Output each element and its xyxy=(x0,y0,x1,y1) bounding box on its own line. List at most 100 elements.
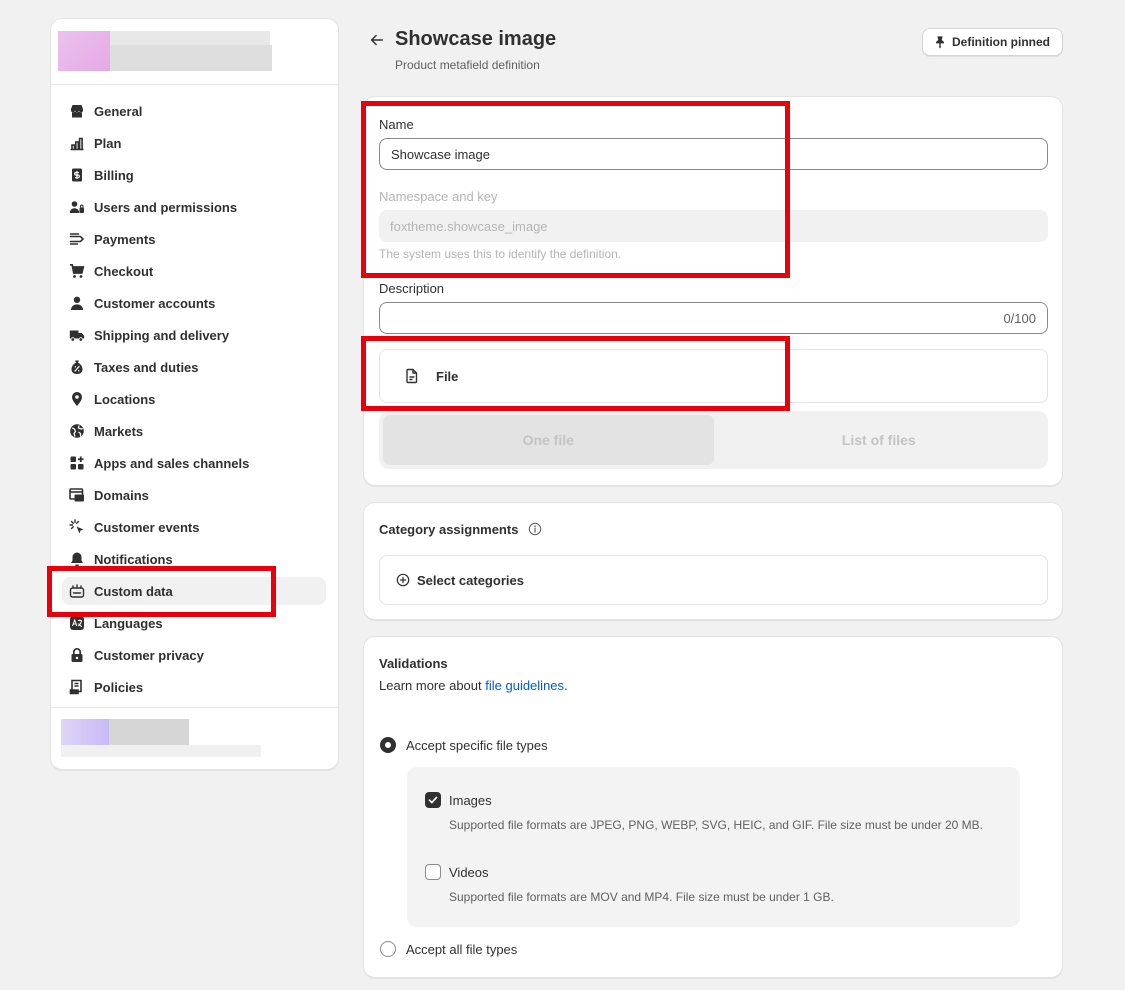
sidebar-item-general[interactable]: General xyxy=(62,97,326,125)
store-icon xyxy=(69,103,85,119)
file-types-panel: Images Supported file formats are JPEG, … xyxy=(407,767,1020,927)
blurred-store-url xyxy=(110,45,272,71)
sidebar-item-label: Customer privacy xyxy=(94,647,204,663)
file-guidelines-link[interactable]: file guidelines xyxy=(485,678,564,693)
images-help: Supported file formats are JPEG, PNG, WE… xyxy=(449,818,983,832)
namespace-label: Namespace and key xyxy=(379,189,498,204)
accept-all-radio[interactable] xyxy=(380,941,396,957)
one-file-option[interactable]: One file xyxy=(383,415,714,465)
sidebar-item-label: Apps and sales channels xyxy=(94,455,250,471)
sidebar-item-locations[interactable]: Locations xyxy=(62,385,326,413)
validations-card: Validations Learn more about file guidel… xyxy=(363,636,1063,978)
sidebar-item-markets[interactable]: Markets xyxy=(62,417,326,445)
description-field[interactable]: 0/100 xyxy=(379,302,1048,334)
sidebar-item-notifications[interactable]: Notifications xyxy=(62,545,326,573)
sidebar-item-label: Customer events xyxy=(94,519,200,535)
store-header[interactable] xyxy=(51,19,338,85)
select-categories-label: Select categories xyxy=(417,572,524,588)
validations-learn-more: Learn more about file guidelines. xyxy=(379,678,568,693)
sidebar-item-customer-privacy[interactable]: Customer privacy xyxy=(62,641,326,669)
page-header: Showcase image Product metafield definit… xyxy=(368,28,1063,78)
back-arrow-icon[interactable] xyxy=(368,31,386,49)
info-icon[interactable] xyxy=(528,522,542,536)
file-count-toggle: One file List of files xyxy=(379,411,1048,469)
plus-circle-icon xyxy=(396,573,410,587)
sidebar-item-label: Plan xyxy=(94,135,122,151)
sidebar-item-policies[interactable]: Policies xyxy=(62,673,326,701)
learn-more-suffix: . xyxy=(564,678,568,693)
blurred-store-name xyxy=(110,31,270,45)
sidebar-item-label: Users and permissions xyxy=(94,199,238,215)
select-categories-button[interactable]: Select categories xyxy=(379,555,1048,605)
settings-sidebar: General Plan Billing Users and permissions P… xyxy=(50,18,339,770)
sidebar-item-label: Customer accounts xyxy=(94,295,216,311)
sidebar-item-apps-and-sales-channels[interactable]: Apps and sales channels xyxy=(62,449,326,477)
domains-icon xyxy=(69,487,85,503)
description-counter: 0/100 xyxy=(1003,310,1036,326)
videos-label: Videos xyxy=(449,864,489,880)
sidebar-item-taxes-and-duties[interactable]: Taxes and duties xyxy=(62,353,326,381)
sidebar-item-customer-accounts[interactable]: Customer accounts xyxy=(62,289,326,317)
videos-checkbox[interactable] xyxy=(425,864,441,880)
type-label: File xyxy=(436,368,459,384)
category-title: Category assignments xyxy=(379,522,542,537)
sidebar-item-label: Payments xyxy=(94,231,156,247)
policies-icon xyxy=(69,679,85,695)
blurred-user-name xyxy=(109,719,189,745)
sidebar-item-label: Billing xyxy=(94,167,134,183)
sidebar-item-label: Domains xyxy=(94,487,149,503)
globe-icon xyxy=(69,423,85,439)
location-icon xyxy=(69,391,85,407)
sidebar-item-label: Notifications xyxy=(94,551,173,567)
images-option[interactable]: Images xyxy=(425,792,492,808)
sidebar-item-plan[interactable]: Plan xyxy=(62,129,326,157)
sidebar-item-label: Languages xyxy=(94,615,163,631)
namespace-value: foxtheme.showcase_image xyxy=(390,218,548,234)
sidebar-item-domains[interactable]: Domains xyxy=(62,481,326,509)
videos-help: Supported file formats are MOV and MP4. … xyxy=(449,890,834,904)
sidebar-item-label: Policies xyxy=(94,679,144,695)
sidebar-item-languages[interactable]: Languages xyxy=(62,609,326,637)
checkmark-icon xyxy=(428,796,438,804)
page-title: Showcase image xyxy=(395,28,557,50)
images-label: Images xyxy=(449,792,492,808)
accept-specific-radio[interactable] xyxy=(380,737,396,753)
sidebar-item-shipping-and-delivery[interactable]: Shipping and delivery xyxy=(62,321,326,349)
category-title-text: Category assignments xyxy=(379,522,519,537)
payments-icon xyxy=(69,231,85,247)
billing-icon xyxy=(69,167,85,183)
name-label: Name xyxy=(379,117,414,132)
type-selector[interactable]: File xyxy=(379,349,1048,403)
sidebar-item-checkout[interactable]: Checkout xyxy=(62,257,326,285)
cart-icon xyxy=(69,263,85,279)
store-footer[interactable] xyxy=(51,707,338,769)
languages-icon xyxy=(69,615,85,631)
tax-icon xyxy=(69,359,85,375)
images-checkbox[interactable] xyxy=(425,792,441,808)
sidebar-item-users-and-permissions[interactable]: Users and permissions xyxy=(62,193,326,221)
accept-all-option[interactable]: Accept all file types xyxy=(380,941,517,957)
name-field[interactable]: Showcase image xyxy=(379,138,1048,170)
videos-option[interactable]: Videos xyxy=(425,864,489,880)
sidebar-item-label: Locations xyxy=(94,391,156,407)
validations-title: Validations xyxy=(379,656,448,671)
list-of-files-option[interactable]: List of files xyxy=(714,415,1045,465)
definition-pinned-button[interactable]: Definition pinned xyxy=(922,28,1063,56)
pin-icon xyxy=(936,36,944,49)
namespace-help: The system uses this to identify the def… xyxy=(379,247,622,261)
sidebar-item-payments[interactable]: Payments xyxy=(62,225,326,253)
description-label: Description xyxy=(379,281,445,296)
accept-specific-option[interactable]: Accept specific file types xyxy=(380,737,548,753)
page-subtitle: Product metafield definition xyxy=(395,58,540,72)
users-icon xyxy=(69,199,85,215)
sidebar-item-billing[interactable]: Billing xyxy=(62,161,326,189)
category-card: Category assignments Select categories xyxy=(363,502,1063,620)
sidebar-item-custom-data[interactable]: Custom data xyxy=(62,577,326,605)
sidebar-item-label: General xyxy=(94,103,143,119)
apps-icon xyxy=(69,455,85,471)
definition-card: Name Showcase image Namespace and key fo… xyxy=(363,96,1063,486)
sidebar-item-customer-events[interactable]: Customer events xyxy=(62,513,326,541)
sidebar-item-label: Taxes and duties xyxy=(94,359,199,375)
settings-nav: General Plan Billing Users and permissions P… xyxy=(62,97,326,705)
accept-specific-label: Accept specific file types xyxy=(406,737,548,753)
